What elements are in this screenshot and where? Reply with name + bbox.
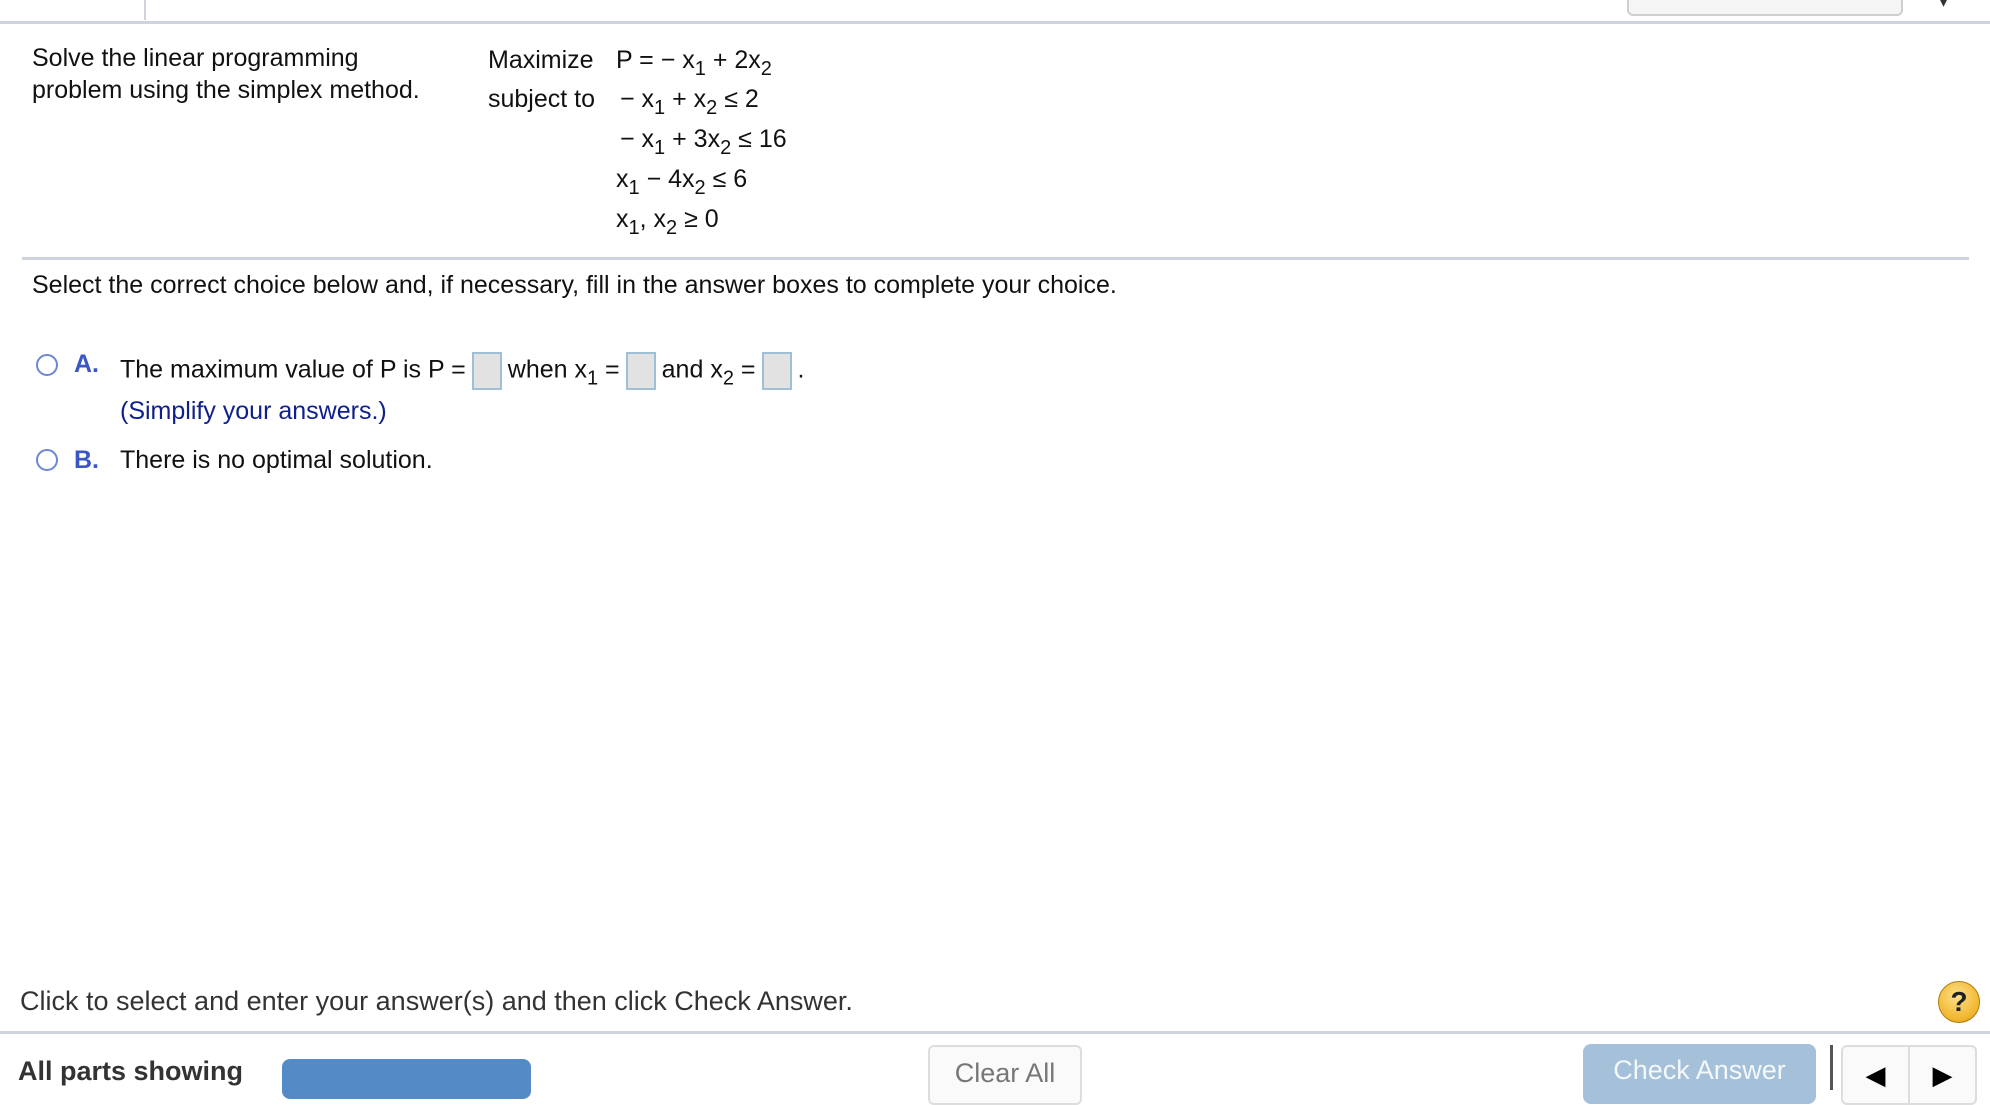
instruction-text: Select the correct choice below and, if … <box>32 271 1117 299</box>
answer-box-p[interactable] <box>471 352 502 390</box>
all-parts-showing-label: All parts showing <box>18 1056 244 1086</box>
constraint-1: − x1 + x2 ≤ 2 <box>620 85 759 119</box>
clear-all-button[interactable]: Clear All <box>928 1045 1082 1105</box>
constraint-2: − x1 + 3x2 ≤ 16 <box>620 125 787 159</box>
footer-divider <box>1830 1045 1833 1090</box>
nonnegativity-constraint: x1, x2 ≥ 0 <box>616 205 719 239</box>
option-b-radio[interactable] <box>36 449 58 471</box>
help-icon[interactable]: ? <box>1938 981 1980 1023</box>
answer-box-x1[interactable] <box>625 352 656 390</box>
top-right-icon[interactable]: ▾ <box>1940 0 1947 11</box>
next-question-button[interactable]: ▶ <box>1908 1047 1975 1103</box>
problem-prompt: Solve the linear programming problem usi… <box>32 44 420 104</box>
previous-question-button[interactable]: ◀ <box>1843 1047 1908 1103</box>
top-separator <box>0 21 1990 24</box>
option-a-letter[interactable]: A. <box>74 350 99 379</box>
option-a-text: The maximum value of P is P = when x1 = an… <box>120 352 804 390</box>
objective-function: P = − x1 + 2x2 <box>616 46 772 80</box>
simplify-hint: (Simplify your answers.) <box>120 397 387 425</box>
option-b-letter[interactable]: B. <box>74 446 99 475</box>
check-answer-button[interactable]: Check Answer <box>1583 1044 1816 1104</box>
answer-box-x2[interactable] <box>761 352 792 390</box>
topbar-divider <box>144 0 146 20</box>
question-nav: ◀ ▶ <box>1841 1045 1977 1105</box>
footer-separator <box>0 1031 1990 1034</box>
subject-to-label: subject to <box>488 85 596 113</box>
parts-progress-button[interactable] <box>282 1059 531 1099</box>
option-b-text[interactable]: There is no optimal solution. <box>120 446 433 475</box>
constraint-3: x1 − 4x2 ≤ 6 <box>616 165 748 199</box>
option-a-radio[interactable] <box>36 354 58 376</box>
footer-hint: Click to select and enter your answer(s)… <box>20 986 853 1016</box>
problem-separator <box>22 257 1969 260</box>
maximize-label: Maximize <box>488 46 594 74</box>
top-toolbar-box[interactable] <box>1627 0 1903 16</box>
